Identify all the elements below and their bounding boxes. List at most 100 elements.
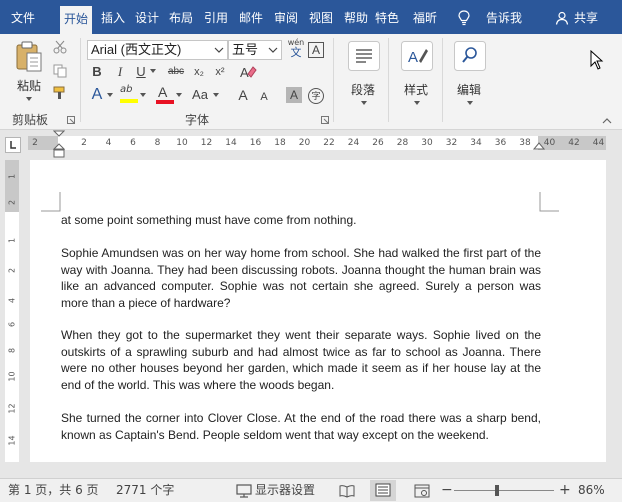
ruler-number: 18 xyxy=(274,138,286,148)
tab-featured[interactable]: 特色 xyxy=(375,0,409,34)
web-layout-icon[interactable] xyxy=(414,484,430,498)
vruler-number: 4 xyxy=(7,297,17,304)
collapse-ribbon-icon[interactable] xyxy=(602,118,612,124)
chevron-down-icon xyxy=(361,101,367,105)
enclose-characters-button[interactable]: 字 xyxy=(306,85,326,105)
zoom-slider-thumb[interactable] xyxy=(495,485,499,496)
ribbon-tab-bar: 文件 开始 插入 设计 布局 引用 邮件 审阅 视图 帮助 特色 福昕 告诉我 … xyxy=(0,0,622,34)
word-count[interactable]: 2771 个字 xyxy=(116,479,174,502)
styles-button[interactable]: A 样式 xyxy=(394,38,438,114)
zoom-out-button[interactable]: − xyxy=(441,479,453,502)
dialog-launcher-icon[interactable] xyxy=(67,116,75,124)
zoom-slider-track[interactable] xyxy=(454,490,554,491)
ruler-number: 28 xyxy=(396,138,409,148)
cut-scissors-icon[interactable] xyxy=(53,40,67,54)
tab-foxit[interactable]: 福昕 xyxy=(413,0,445,34)
chevron-down-icon[interactable] xyxy=(213,93,219,97)
chevron-down-icon[interactable] xyxy=(176,93,182,97)
ruler-number: 4 xyxy=(105,138,112,148)
document-page[interactable]: at some point something must have come f… xyxy=(30,160,606,462)
italic-button[interactable]: I xyxy=(110,62,130,82)
svg-text:A: A xyxy=(240,65,249,80)
vruler-number: 8 xyxy=(7,347,17,354)
indent-markers-icon[interactable] xyxy=(53,130,65,160)
chevron-down-icon[interactable] xyxy=(150,69,156,73)
share-person-icon[interactable] xyxy=(555,11,569,25)
horizontal-ruler[interactable]: 2 2 4 6 8 10 12 14 16 18 20 22 24 26 28 30 32 34 36 38 40 42 4… xyxy=(28,136,606,150)
tab-review[interactable]: 审阅 xyxy=(270,0,302,34)
tab-design[interactable]: 设计 xyxy=(131,0,163,34)
text-effects-button[interactable]: A xyxy=(87,85,107,105)
tab-home[interactable]: 开始 xyxy=(60,6,92,34)
change-case-button[interactable]: Aa xyxy=(188,85,212,105)
paragraph-icon xyxy=(348,41,380,71)
tab-references[interactable]: 引用 xyxy=(200,0,232,34)
clear-formatting-icon[interactable]: A xyxy=(239,64,257,80)
strikethrough-button[interactable]: abc xyxy=(163,62,189,82)
phonetic-guide-button[interactable]: wén 文 xyxy=(286,38,306,60)
bold-button[interactable]: B xyxy=(87,62,107,82)
group-separator xyxy=(388,38,389,122)
chevron-down-icon[interactable] xyxy=(107,93,113,97)
font-name-dropdown[interactable]: Arial (西文正文) xyxy=(87,40,228,60)
shrink-font-button[interactable]: A xyxy=(254,87,274,107)
zoom-in-button[interactable]: + xyxy=(559,479,571,502)
lightbulb-icon[interactable] xyxy=(457,10,471,26)
zoom-level[interactable]: 86% xyxy=(578,479,605,502)
character-border-button[interactable]: A xyxy=(306,40,326,60)
chevron-down-icon xyxy=(214,47,224,53)
ruler-number: 6 xyxy=(130,138,136,148)
print-layout-button[interactable] xyxy=(370,480,396,501)
right-indent-marker-icon[interactable] xyxy=(533,141,545,153)
editing-button[interactable]: 编辑 xyxy=(447,38,491,114)
ruler-number: 30 xyxy=(421,138,433,148)
vertical-ruler[interactable]: 1 2 1 2 4 6 8 10 12 14 xyxy=(5,160,19,462)
paragraph-button[interactable]: 段落 xyxy=(341,38,385,114)
print-layout-icon xyxy=(375,483,391,497)
display-settings-button[interactable]: 显示器设置 xyxy=(255,479,315,502)
vertical-scrollbar[interactable] xyxy=(608,157,622,475)
chevron-down-icon xyxy=(26,97,32,101)
font-size-value: 五号 xyxy=(232,42,259,57)
vruler-number: 1 xyxy=(7,237,17,244)
tab-layout[interactable]: 布局 xyxy=(165,0,197,34)
character-shading-icon: A xyxy=(286,87,302,103)
font-group-label: 字体 xyxy=(185,113,210,127)
ruler-number: 14 xyxy=(225,138,237,148)
font-size-dropdown[interactable]: 五号 xyxy=(228,40,282,60)
left-tab-icon xyxy=(10,141,16,149)
tab-mailings[interactable]: 邮件 xyxy=(235,0,267,34)
grow-font-button[interactable]: A xyxy=(233,85,253,105)
font-color-button[interactable]: A xyxy=(154,84,176,106)
ruler-number: 26 xyxy=(372,138,384,148)
highlight-button[interactable]: ab xyxy=(118,84,140,106)
chevron-down-icon[interactable] xyxy=(140,93,146,97)
character-shading-button[interactable]: A xyxy=(284,85,304,105)
ruler-number: 8 xyxy=(154,138,161,148)
vruler-number: 14 xyxy=(7,435,17,446)
doc-paragraph: When they got to the supermarket they we… xyxy=(61,328,541,392)
share-button[interactable]: 共享 xyxy=(574,0,598,34)
dialog-launcher-icon[interactable] xyxy=(321,116,329,124)
tab-insert[interactable]: 插入 xyxy=(97,0,129,34)
tab-view[interactable]: 视图 xyxy=(305,0,337,34)
editing-search-icon xyxy=(454,41,486,71)
page-count[interactable]: 第 1 页，共 6 页 xyxy=(8,479,99,502)
phonetic-char-label: 文 xyxy=(290,46,302,59)
underline-button[interactable]: U xyxy=(131,62,151,82)
subscript-button[interactable]: x₂ xyxy=(189,62,209,82)
margin-corner-mark xyxy=(41,192,61,212)
copy-icon[interactable] xyxy=(53,64,67,78)
paste-label: 粘贴 xyxy=(16,79,41,93)
vruler-number: 6 xyxy=(7,321,17,328)
vruler-number: 2 xyxy=(7,267,17,274)
margin-corner-mark xyxy=(539,192,559,212)
format-painter-icon[interactable] xyxy=(53,86,69,100)
tell-me-search[interactable]: 告诉我 xyxy=(486,0,522,34)
read-mode-icon[interactable] xyxy=(339,484,355,498)
tab-file[interactable]: 文件 xyxy=(6,0,40,34)
superscript-button[interactable]: x² xyxy=(210,62,230,82)
tab-selector[interactable] xyxy=(5,137,21,153)
paste-button[interactable]: 粘贴 xyxy=(12,40,46,104)
tab-help[interactable]: 帮助 xyxy=(340,0,372,34)
